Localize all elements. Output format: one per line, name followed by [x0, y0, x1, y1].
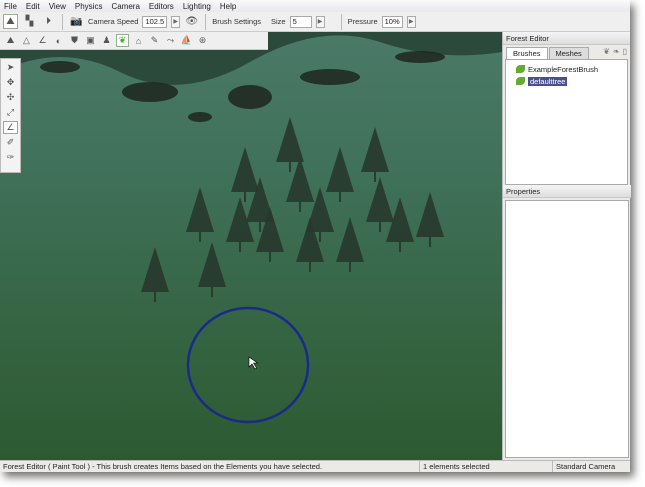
camera-speed-arrow[interactable]: ▶: [171, 15, 181, 28]
status-selection: 1 elements selected: [420, 461, 553, 472]
menu-bar: File Edit View Physics Camera Editors Li…: [0, 0, 630, 12]
tree-item[interactable]: defaulttree: [516, 75, 621, 87]
menu-camera[interactable]: Camera: [111, 2, 139, 11]
size-label: Size: [271, 17, 286, 26]
brush-tree: ExampleForestBrush defaulttree: [505, 59, 628, 185]
terrain-tool-icon[interactable]: ⛰: [4, 34, 17, 47]
gui-editor-icon[interactable]: ▚: [22, 14, 37, 29]
pressure-input[interactable]: 10%: [381, 15, 403, 28]
properties-panel: [505, 200, 629, 458]
editor-tools-toolbar: ⛰ △ ∠ ◐ ⛊ ▣ ♟ ❦ ⌂ ✎ ⤳ ⛵ ⊛: [0, 32, 268, 50]
stamp-tool-icon[interactable]: ♟: [100, 34, 113, 47]
pressure-label: Pressure: [347, 17, 378, 26]
erase-selected-icon[interactable]: ✑: [3, 151, 18, 164]
status-message: Forest Editor ( Paint Tool ) - This brus…: [0, 461, 420, 472]
pressure-arrow[interactable]: ▶: [406, 15, 416, 28]
menu-edit[interactable]: Edit: [26, 2, 40, 11]
visibility-eye-icon[interactable]: 👁: [184, 14, 199, 29]
properties-title: Properties: [503, 185, 631, 198]
main-toolbar: ⛰ ▚ ⏵ 📷 Camera Speed 102.5 ▶ 👁 Brush Set…: [0, 12, 630, 32]
forest-editor-panel: Forest Editor Brushes Meshes ❦ ❧ ▯ Examp…: [502, 32, 631, 460]
forest-tabs: Brushes Meshes ❦ ❧ ▯: [503, 46, 630, 59]
camera-speed-label: Camera Speed: [88, 17, 139, 26]
path-tool-icon[interactable]: ⤳: [164, 34, 177, 47]
road-tool-icon[interactable]: ∠: [36, 34, 49, 47]
menu-editors[interactable]: Editors: [149, 2, 174, 11]
forest-leaf-icon[interactable]: ❦: [116, 34, 129, 47]
tab-brushes[interactable]: Brushes: [506, 47, 548, 59]
separator: [340, 13, 342, 30]
tab-meshes[interactable]: Meshes: [548, 47, 589, 59]
size-arrow[interactable]: ▶: [315, 15, 325, 28]
menu-lighting[interactable]: Lighting: [183, 2, 211, 11]
world-editor-window: File Edit View Physics Camera Editors Li…: [0, 0, 631, 472]
status-bar: Forest Editor ( Paint Tool ) - This brus…: [0, 460, 630, 472]
sphere-tool-icon[interactable]: ◐: [52, 34, 65, 47]
brush-group-icon: [516, 65, 525, 73]
world-editor-icon[interactable]: ⛰: [3, 14, 18, 29]
select-arrow-icon[interactable]: ➤: [3, 61, 18, 74]
leaf-icon: [516, 77, 525, 85]
size-input[interactable]: 5: [289, 15, 312, 28]
new-element-icon[interactable]: ❧: [613, 47, 620, 56]
separator: [205, 13, 207, 30]
separator: [62, 13, 63, 30]
scale-icon[interactable]: ⤢: [3, 106, 18, 119]
play-icon[interactable]: ⏵: [41, 14, 56, 29]
erase-icon[interactable]: ✐: [3, 136, 18, 149]
tree-item[interactable]: ExampleForestBrush: [516, 63, 621, 75]
delete-icon[interactable]: ▯: [623, 47, 627, 56]
camera-speed-input[interactable]: 102.5: [142, 15, 168, 28]
rotate-icon[interactable]: ✣: [3, 91, 18, 104]
mesh-tool-icon[interactable]: △: [20, 34, 33, 47]
paint-brush-icon[interactable]: ∠: [3, 121, 18, 134]
terrain-scene: [0, 32, 502, 460]
decal-tool-icon[interactable]: ⌂: [132, 34, 145, 47]
3d-viewport[interactable]: [0, 32, 502, 460]
move-icon[interactable]: ✥: [3, 76, 18, 89]
brush-settings-label: Brush Settings: [212, 17, 262, 26]
new-brush-icon[interactable]: ❦: [603, 47, 610, 56]
camera-icon[interactable]: 📷: [69, 14, 84, 29]
wheel-tool-icon[interactable]: ⊛: [196, 34, 209, 47]
forest-editor-title: Forest Editor: [503, 32, 630, 45]
material-tool-icon[interactable]: ▣: [84, 34, 97, 47]
paint-tools-palette: ➤ ✥ ✣ ⤢ ∠ ✐ ✑: [0, 58, 21, 173]
shield-tool-icon[interactable]: ⛊: [68, 34, 81, 47]
status-camera: Standard Camera: [556, 462, 616, 471]
menu-physics[interactable]: Physics: [75, 2, 103, 11]
shore-tool-icon[interactable]: ⛵: [180, 34, 193, 47]
menu-view[interactable]: View: [49, 2, 66, 11]
menu-file[interactable]: File: [4, 2, 17, 11]
river-tool-icon[interactable]: ✎: [148, 34, 161, 47]
menu-help[interactable]: Help: [220, 2, 236, 11]
